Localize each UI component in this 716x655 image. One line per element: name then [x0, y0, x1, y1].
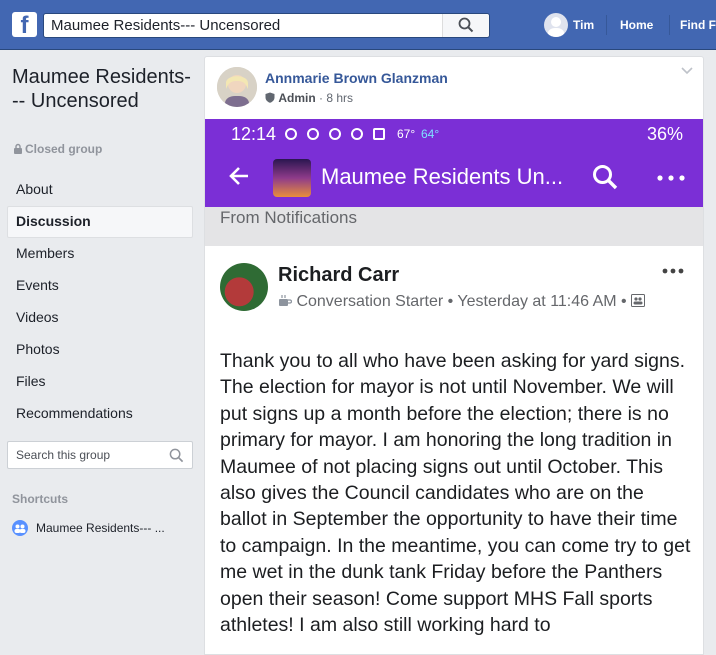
phone-status-bar: 12:14 67° 64° 36% [205, 119, 703, 149]
shortcut-item[interactable]: Maumee Residents--- ... [12, 519, 192, 537]
admin-shield-icon [265, 92, 275, 103]
more-options-icon [657, 175, 685, 181]
find-friends-link[interactable]: Find F [680, 18, 716, 32]
inner-author-name: Richard Carr [278, 264, 400, 286]
status-battery: 36% [646, 124, 683, 144]
group-search-input[interactable]: Search this group [7, 441, 193, 469]
notification-icon [329, 128, 341, 140]
lock-icon [14, 143, 22, 154]
group-privacy: Closed group [13, 142, 102, 156]
nav-divider [669, 15, 670, 35]
sidebar-item-events[interactable]: Events [7, 270, 193, 302]
status-temp-low: 64° [421, 127, 440, 141]
sidebar-item-photos[interactable]: Photos [7, 334, 193, 366]
chevron-down-icon[interactable] [681, 67, 693, 75]
notification-icon [351, 128, 363, 140]
post-timestamp[interactable]: 8 hrs [326, 91, 353, 105]
nav-divider [606, 15, 607, 35]
facebook-logo-icon[interactable]: f [12, 12, 37, 37]
group-menu: About Discussion Members Events Videos P… [7, 174, 193, 430]
inner-post-meta: Conversation Starter • Yesterday at 11:4… [278, 291, 658, 312]
profile-name: Tim [573, 18, 595, 32]
phone-app-bar: Maumee Residents Un... [205, 149, 703, 207]
inner-post-body: Thank you to all who have been asking fo… [220, 350, 691, 637]
conversation-starter-badge: Conversation Starter [296, 293, 444, 310]
group-search-placeholder: Search this group [16, 448, 111, 462]
search-button[interactable] [442, 14, 489, 37]
top-navigation-bar: f Maumee Residents--- Uncensored Tim Hom… [0, 0, 716, 50]
notification-icon [285, 128, 297, 140]
group-sidebar: Maumee Residents--- Uncensored Closed gr… [0, 50, 200, 655]
group-name[interactable]: Maumee Residents--- Uncensored [12, 65, 192, 113]
group-icon [12, 520, 28, 536]
notification-banner-label: From Notifications [220, 208, 357, 227]
avatar [220, 263, 268, 311]
sidebar-item-members[interactable]: Members [7, 238, 193, 270]
image-icon [373, 128, 385, 140]
group-thumbnail [273, 159, 311, 197]
shortcut-label: Maumee Residents--- ... [36, 521, 165, 535]
coffee-cup-icon [279, 295, 293, 306]
notification-banner: From Notifications [205, 207, 703, 246]
search-icon[interactable] [169, 448, 184, 463]
post-author-name[interactable]: Annmarie Brown Glanzman [265, 70, 448, 86]
post-meta: Admin · 8 hrs [265, 91, 353, 105]
inner-post-time: Yesterday at 11:46 AM [457, 293, 617, 310]
status-time: 12:14 [231, 124, 277, 144]
search-icon [593, 165, 618, 190]
author-avatar[interactable] [217, 67, 257, 107]
search-icon [458, 17, 474, 33]
more-options-icon [662, 268, 684, 274]
post-image[interactable]: 12:14 67° 64° 36% Maumee Residents Un...… [205, 119, 703, 654]
sidebar-item-files[interactable]: Files [7, 366, 193, 398]
sidebar-item-videos[interactable]: Videos [7, 302, 193, 334]
group-audience-icon [631, 294, 646, 307]
notification-icon [307, 128, 319, 140]
search-input-value: Maumee Residents--- Uncensored [51, 17, 281, 34]
status-temp-high: 67° [397, 127, 416, 141]
sidebar-item-discussion[interactable]: Discussion [7, 206, 193, 238]
search-input[interactable]: Maumee Residents--- Uncensored [43, 13, 490, 38]
back-arrow-icon [229, 167, 248, 185]
avatar [544, 13, 568, 37]
sidebar-item-recommendations[interactable]: Recommendations [7, 398, 193, 430]
home-link[interactable]: Home [620, 18, 653, 32]
shortcuts-heading: Shortcuts [12, 492, 69, 506]
admin-badge: Admin [278, 91, 316, 105]
post-card: Annmarie Brown Glanzman Admin · 8 hrs 12… [204, 56, 704, 655]
phone-app-title: Maumee Residents Un... [321, 164, 564, 189]
privacy-label: Closed group [25, 142, 103, 156]
sidebar-item-about[interactable]: About [7, 174, 193, 206]
